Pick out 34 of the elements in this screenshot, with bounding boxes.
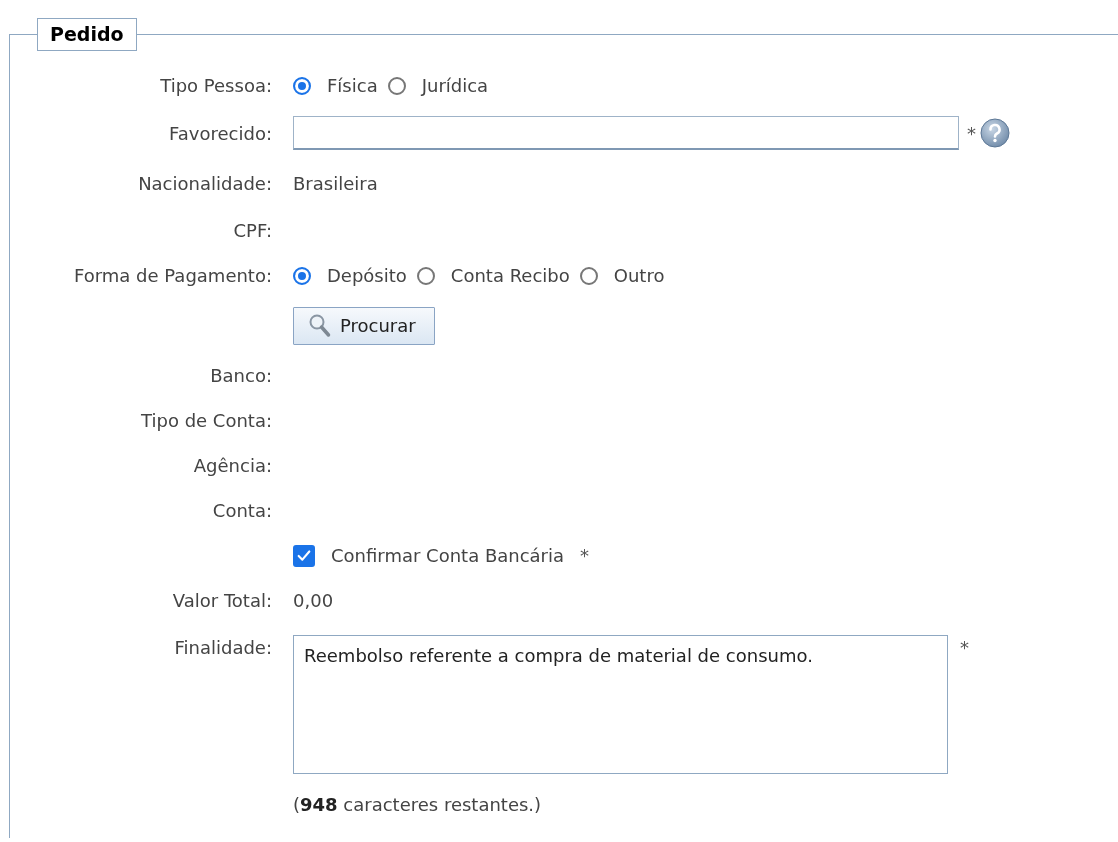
field-label: Nacionalidade: <box>138 172 272 194</box>
field-value: 0,00 <box>293 590 334 611</box>
search-icon <box>308 312 332 339</box>
checkbox-label: Confirmar Conta Bancária <box>331 545 565 566</box>
option-label: Depósito <box>327 265 407 286</box>
option-label: Física <box>327 75 378 96</box>
section-title: Pedido <box>37 18 137 51</box>
field-label: Tipo Pessoa: <box>160 75 272 96</box>
field-value: Brasileira <box>293 172 378 194</box>
radio-button[interactable] <box>293 266 311 285</box>
option-label: Conta Recibo <box>450 265 570 286</box>
field-label: Agência: <box>193 455 272 476</box>
field-label: Finalidade: <box>174 637 272 658</box>
option-label: Jurídica <box>421 75 489 96</box>
field-label: Valor Total: <box>172 590 272 611</box>
checkbox[interactable] <box>293 544 315 567</box>
field-label: CPF: <box>233 220 272 241</box>
radio-button[interactable] <box>416 266 435 285</box>
option-label: Outro <box>613 265 665 286</box>
required-mark: * <box>580 545 590 566</box>
field-label: Tipo de Conta: <box>141 410 272 431</box>
field-label: Forma de Pagamento: <box>74 265 272 286</box>
input-field[interactable] <box>293 116 959 150</box>
radio-button[interactable] <box>387 76 406 95</box>
radio-button[interactable] <box>579 266 598 285</box>
field-label: Conta: <box>212 500 272 521</box>
text-area[interactable]: Reembolso referente a compra de material de consumo. <box>293 635 948 774</box>
radio-button[interactable] <box>293 76 311 95</box>
required-mark: * <box>960 637 969 658</box>
field-label: Banco: <box>210 365 272 386</box>
character-counter: (948 caracteres restantes.) <box>293 793 542 815</box>
search-button[interactable]: Procurar <box>293 306 435 345</box>
required-mark: * <box>967 122 976 144</box>
field-label: Favorecido: <box>169 122 272 144</box>
